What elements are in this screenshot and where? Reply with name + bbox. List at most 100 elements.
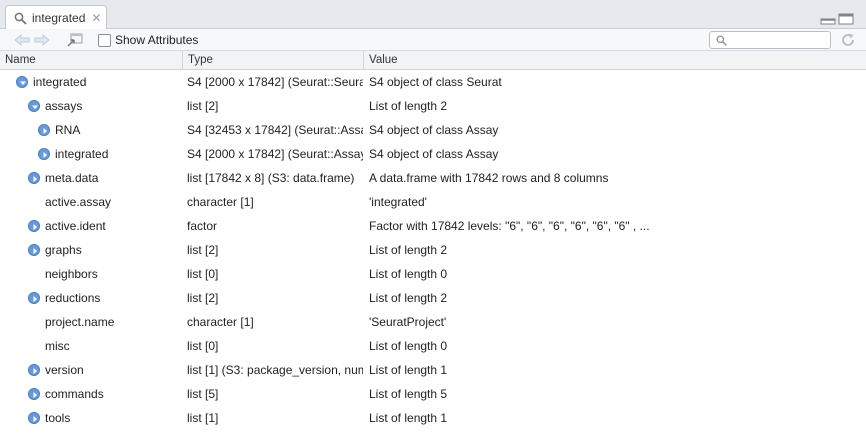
tab-integrated[interactable]: integrated ✕ (5, 5, 107, 30)
collapsed-chevron-icon[interactable] (28, 292, 40, 304)
show-attributes-toggle[interactable]: Show Attributes (98, 32, 198, 48)
forward-arrow-icon[interactable] (33, 32, 51, 48)
tree-row-type: character [1] (187, 195, 254, 209)
tree-row-name: version (45, 363, 84, 377)
tree-row[interactable]: graphs list [2] List of length 2 (0, 238, 866, 262)
tree-row-type: factor (187, 219, 218, 233)
tree-row-name-cell: active.assay (0, 190, 183, 214)
tree-row-name: reductions (45, 291, 101, 305)
tree-row-name-cell: version (0, 358, 183, 382)
tree-row-name: assays (45, 99, 83, 113)
tree-row-name: active.assay (45, 195, 112, 209)
tree-row-type: S4 [32453 x 17842] (Seurat::Assay) (187, 123, 363, 137)
collapsed-chevron-icon[interactable] (28, 244, 40, 256)
tree-row-value: S4 object of class Seurat (369, 75, 502, 89)
tree-row-type: list [2] (187, 243, 219, 257)
tree-row-value: List of length 1 (369, 363, 448, 377)
tree-row-type: S4 [2000 x 17842] (Seurat::Assay) (187, 147, 363, 161)
tree-row-type: list [2] (187, 291, 219, 305)
refresh-icon[interactable] (840, 32, 856, 48)
tree-row-name: neighbors (45, 267, 98, 281)
maximize-icon[interactable] (838, 13, 854, 25)
tree-row-value: List of length 2 (369, 99, 448, 113)
tree-row[interactable]: RNA S4 [32453 x 17842] (Seurat::Assay) S4 … (0, 118, 866, 142)
show-in-new-window-icon[interactable] (66, 32, 84, 48)
tree-row[interactable]: tools list [1] List of length 1 (0, 406, 866, 430)
tree-row-name: project.name (45, 315, 115, 329)
tree-row-value: List of length 5 (369, 387, 448, 401)
tree-row-name-cell: assays (0, 94, 183, 118)
tree-row-name: RNA (55, 123, 81, 137)
tree-row-value: List of length 2 (369, 291, 448, 305)
tree-row[interactable]: neighbors list [0] List of length 0 (0, 262, 866, 286)
collapsed-chevron-icon[interactable] (28, 388, 40, 400)
back-arrow-icon[interactable] (13, 32, 31, 48)
collapsed-chevron-icon[interactable] (28, 220, 40, 232)
tree-row[interactable]: assays list [2] List of length 2 (0, 94, 866, 118)
expanded-chevron-icon[interactable] (16, 76, 28, 88)
search-icon (716, 35, 727, 46)
tree-row-name-cell: commands (0, 382, 183, 406)
tree-row[interactable]: integrated S4 [2000 x 17842] (Seurat::Seu… (0, 70, 866, 94)
tree-row-name-cell: graphs (0, 238, 183, 262)
tree-row-name-cell: tools (0, 406, 183, 430)
tree-row-name: active.ident (45, 219, 106, 233)
tree-row[interactable]: meta.data list [17842 x 8] (S3: data.fram… (0, 166, 866, 190)
tree-row-value: S4 object of class Assay (369, 147, 499, 161)
tree-row-type: list [5] (187, 387, 219, 401)
tree-row-name-cell: integrated (0, 70, 183, 94)
tree-row-name-cell: meta.data (0, 166, 183, 190)
tree-row-name: integrated (55, 147, 109, 161)
tree-row-name: misc (45, 339, 70, 353)
search-input[interactable] (730, 33, 826, 47)
tree-row-name: graphs (45, 243, 82, 257)
column-header-type[interactable]: Type (183, 51, 364, 70)
tree-row[interactable]: reductions list [2] List of length 2 (0, 286, 866, 310)
show-attributes-label: Show Attributes (115, 33, 199, 47)
tree-row-type: list [0] (187, 339, 219, 353)
tree-row[interactable]: integrated S4 [2000 x 17842] (Seurat::Ass… (0, 142, 866, 166)
search-icon (14, 12, 27, 24)
tree-row-name-cell: project.name (0, 310, 183, 334)
tree-row-value: List of length 0 (369, 339, 448, 353)
tree-row-value: List of length 1 (369, 411, 448, 425)
tree-row-type: list [2] (187, 99, 219, 113)
tree-row[interactable]: active.assay character [1] 'integrated' (0, 190, 866, 214)
tree-row-type: S4 [2000 x 17842] (Seurat::Seurat) (187, 75, 363, 89)
column-header-value[interactable]: Value (364, 51, 866, 70)
collapsed-chevron-icon[interactable] (38, 148, 50, 160)
tree-row-type: character [1] (187, 315, 254, 329)
search-box[interactable] (709, 31, 831, 49)
tree-row-type: list [1] (187, 411, 219, 425)
tree-row-type: list [17842 x 8] (S3: data.frame) (187, 171, 355, 185)
tree-row-value: Factor with 17842 levels: "6", "6", "6",… (369, 219, 650, 233)
tree-row-name-cell: reductions (0, 286, 183, 310)
tree-row-value: List of length 0 (369, 267, 448, 281)
show-attributes-checkbox[interactable] (98, 33, 111, 47)
tab-bar: integrated ✕ (0, 0, 866, 30)
collapsed-chevron-icon[interactable] (28, 172, 40, 184)
tree-row[interactable]: misc list [0] List of length 0 (0, 334, 866, 358)
tab-label: integrated (32, 11, 86, 25)
column-header: Name Type Value (0, 51, 866, 70)
close-icon[interactable]: ✕ (91, 11, 101, 25)
tree-row-value: 'integrated' (369, 195, 427, 209)
tree-row-value: A data.frame with 17842 rows and 8 colum… (369, 171, 609, 185)
collapsed-chevron-icon[interactable] (28, 412, 40, 424)
tree-row-name: tools (45, 411, 71, 425)
tree-row[interactable]: version list [1] (S3: package_version, nu… (0, 358, 866, 382)
collapsed-chevron-icon[interactable] (38, 124, 50, 136)
tree-row[interactable]: project.name character [1] 'SeuratProject' (0, 310, 866, 334)
object-tree: integrated S4 [2000 x 17842] (Seurat::Seu… (0, 70, 866, 430)
column-header-name[interactable]: Name (0, 51, 183, 70)
minimize-icon[interactable] (820, 13, 836, 25)
tree-row[interactable]: commands list [5] List of length 5 (0, 382, 866, 406)
tree-row-type: list [0] (187, 267, 219, 281)
tree-row-name: meta.data (45, 171, 99, 185)
tree-row-name-cell: integrated (0, 142, 183, 166)
tree-row-value: S4 object of class Assay (369, 123, 499, 137)
tree-row-value: List of length 2 (369, 243, 448, 257)
expanded-chevron-icon[interactable] (28, 100, 40, 112)
collapsed-chevron-icon[interactable] (28, 364, 40, 376)
tree-row[interactable]: active.ident factor Factor with 17842 leve… (0, 214, 866, 238)
